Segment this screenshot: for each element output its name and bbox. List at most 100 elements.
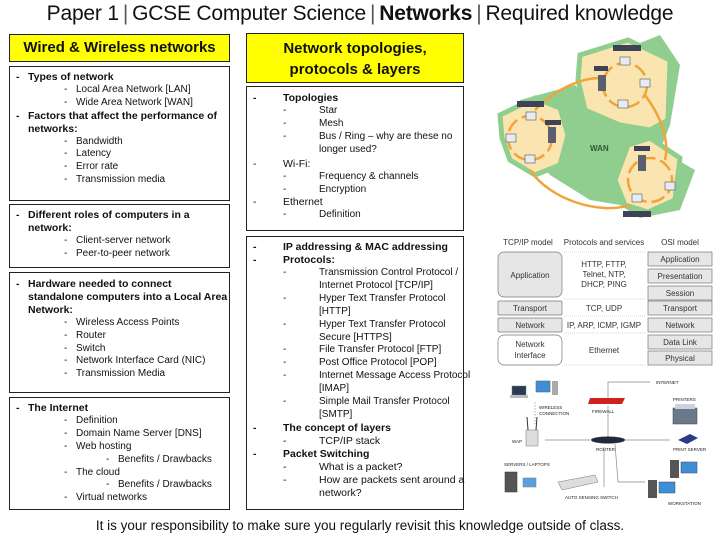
computer-icon [631, 193, 643, 203]
server-icon [548, 127, 556, 143]
list-item-continued: network: [28, 221, 72, 234]
title-subtitle: Required knowledge [485, 2, 674, 25]
title-paper: Paper 1 [46, 2, 119, 25]
list-item: - Different roles of computers in a [16, 209, 190, 221]
computer-icon [505, 133, 517, 143]
list-item-continued: networks: [28, 122, 78, 135]
network-types-box: - Types of network - Local Area Network [L… [9, 66, 230, 201]
switch-icon [557, 474, 599, 491]
hardware-diagram: INTERNET FIREWALL WIRELESS CONNECTION WA… [490, 372, 720, 512]
list-item: - Encryption [283, 183, 367, 195]
list-item: - Simple Mail Transfer Protocol [283, 396, 450, 408]
antenna-icon [535, 416, 538, 431]
cable [614, 443, 645, 483]
footer-reminder: It is your responsibility to make sure y… [95, 518, 625, 533]
title-course: GCSE Computer Science [132, 2, 366, 25]
computer-icon [664, 181, 676, 191]
list-item: - Router [64, 329, 107, 341]
list-item: - Transmission Control Protocol / [283, 267, 459, 278]
laptop-icon [511, 385, 527, 396]
tower-icon [670, 460, 679, 478]
list-item: - Hyper Text Transfer Protocol [283, 318, 446, 330]
list-item: - Domain Name Server [DNS] [64, 427, 202, 439]
computer-icon [619, 56, 631, 66]
list-item: - Hardware needed to connect [16, 278, 172, 290]
protocol-label: Ethernet [589, 346, 620, 355]
list-item: - Client-server network [64, 234, 171, 246]
device-tag [594, 66, 608, 71]
list-item-continued: standalone computers into a Local Area [28, 290, 228, 303]
list-item: - Latency [64, 148, 112, 160]
list-item: - Mesh [283, 117, 344, 129]
osi-model-diagram: TCP/IP model Protocols and services OSI … [490, 232, 720, 372]
col-header-osi: OSI model [661, 238, 699, 247]
list-item: - Switch [64, 342, 106, 354]
wired-wireless-heading: Wired & Wireless networks [9, 34, 230, 62]
label-router: ROUTER [596, 447, 616, 452]
list-item-continued: Network: [28, 303, 73, 316]
list-item: - Wi-Fi: [253, 157, 311, 170]
monitor-icon [535, 380, 551, 393]
label-wireless-connection: CONNECTION [539, 411, 569, 416]
title-separator: | [476, 2, 482, 25]
monitor-icon [680, 461, 698, 474]
topologies-box: - Topologies - Star - Mesh - Bus / Ring – wh… [246, 86, 464, 231]
firewall-icon [588, 398, 625, 404]
list-item-continued: [SMTP] [319, 408, 353, 420]
device-tag [545, 120, 561, 125]
device-tag [634, 146, 650, 151]
label-wap: WAP [512, 439, 522, 444]
label-switch: AUTO SENSING SWITCH [565, 495, 618, 500]
label-firewall: FIREWALL [592, 409, 615, 414]
list-item: - What is a packet? [283, 460, 403, 473]
list-item: - Packet Switching [253, 447, 370, 460]
server-icon [598, 75, 606, 91]
server-tower-icon [504, 471, 518, 493]
print-server-icon [678, 434, 698, 444]
list-item: - TCP/IP stack [283, 434, 381, 447]
list-item: - File Transfer Protocol [FTP] [283, 344, 442, 356]
list-item: - Benefits / Drawbacks [106, 453, 212, 465]
tower-icon [648, 480, 657, 498]
list-item: - Frequency & channels [283, 170, 419, 182]
list-item-continued: [HTTP] [319, 305, 351, 317]
computer-icon [525, 111, 537, 121]
label-workstation: WORKSTATION [668, 501, 701, 506]
protocol-label: TCP, UDP [586, 304, 622, 313]
printer-icon [672, 407, 698, 425]
monitor-icon [658, 481, 676, 494]
tcpip-layer-label: Application [510, 271, 549, 280]
osi-layer-label: Network [665, 321, 695, 330]
heading-text: Wired & Wireless networks [23, 39, 216, 56]
list-item-continued: network? [319, 486, 362, 499]
list-item: - Bus / Ring – why are these no [283, 130, 453, 142]
laptop-icon [522, 477, 537, 488]
col-header-tcpip: TCP/IP model [503, 238, 553, 247]
list-item: - IP addressing & MAC addressing [253, 241, 448, 253]
list-item: - Local Area Network [LAN] [64, 83, 191, 95]
list-item-continued: Secure [HTTPS] [319, 331, 392, 343]
protocols-box: - IP addressing & MAC addressing - Protoco… [246, 236, 470, 510]
computer-roles-box: - Different roles of computers in a netwo… [9, 204, 230, 268]
protocol-label: Telnet, NTP, [583, 270, 626, 279]
topologies-heading: Network topologies, protocols & layers [246, 33, 464, 83]
list-item: - The cloud [64, 466, 120, 478]
list-item-continued: Internet Protocol [TCP/IP] [319, 279, 433, 291]
wap-icon [525, 429, 539, 447]
list-item: - Network Interface Card (NIC) [64, 355, 206, 367]
title-topic: Networks [379, 2, 473, 25]
server-icon [638, 155, 646, 171]
device-tag [613, 45, 641, 51]
tcpip-layer-label: Network [515, 340, 545, 349]
protocol-label: DHCP, PING [581, 280, 627, 289]
wan-diagram: WAN [490, 30, 720, 230]
computer-icon [617, 99, 629, 109]
list-item: - Web hosting [64, 440, 132, 452]
device-tag [517, 101, 544, 107]
label-internet: INTERNET [656, 380, 679, 385]
label-wireless-connection: WIRELESS [539, 405, 562, 410]
list-item: - Transmission media [64, 174, 166, 186]
col-header-protocols: Protocols and services [564, 238, 644, 247]
list-item: - Star [283, 105, 338, 116]
computer-icon [639, 78, 651, 88]
